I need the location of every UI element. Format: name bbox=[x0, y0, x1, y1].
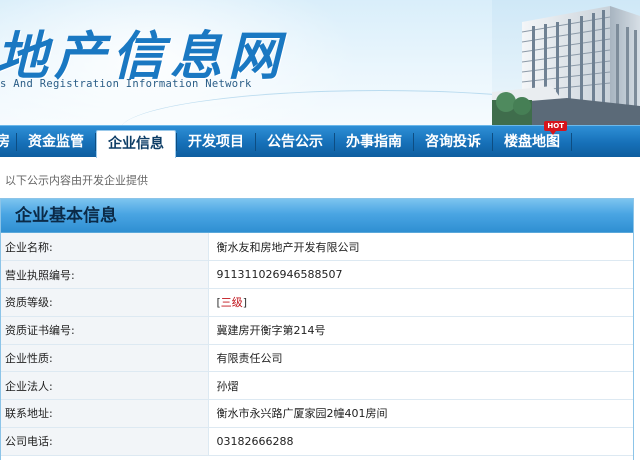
main-nav: 房 资金监管 企业信息 开发项目 公告公示 办事指南 咨询投诉 楼盘地图 HOT bbox=[0, 120, 640, 158]
table-row: 联系地址: 衡水市永兴路广厦家园2幢401房间 bbox=[1, 399, 633, 428]
nav-item-service-guide[interactable]: 办事指南 bbox=[335, 126, 413, 158]
nav-divider bbox=[571, 132, 572, 151]
field-value-company-name: 衡水友和房地产开发有限公司 bbox=[208, 233, 633, 262]
panel-title: 企业基本信息 bbox=[15, 206, 117, 226]
nav-item-property-map-label: 楼盘地图 bbox=[504, 133, 560, 150]
field-label-company-type: 企业性质: bbox=[1, 344, 209, 373]
hot-badge: HOT bbox=[544, 120, 567, 135]
company-info-table: 企业名称: 衡水友和房地产开发有限公司 营业执照编号: 911311026946… bbox=[1, 233, 633, 456]
company-info-panel: 企业基本信息 企业名称: 衡水友和房地产开发有限公司 营业执照编号: 91131… bbox=[0, 198, 634, 460]
nav-item-property-map[interactable]: 楼盘地图 HOT bbox=[493, 120, 571, 158]
field-label-phone: 公司电话: bbox=[1, 427, 209, 456]
table-row: 企业性质: 有限责任公司 bbox=[1, 344, 633, 373]
nav-item-company-info[interactable]: 企业信息 bbox=[96, 129, 176, 158]
nav-item-fang[interactable]: 房 bbox=[0, 126, 16, 158]
table-row: 营业执照编号: 911311026946588507 bbox=[1, 260, 633, 289]
field-value-legal-rep: 孙熠 bbox=[208, 371, 633, 400]
field-label-address: 联系地址: bbox=[1, 399, 209, 428]
field-value-phone: 03182666288 bbox=[208, 427, 633, 456]
field-value-address: 衡水市永兴路广厦家园2幢401房间 bbox=[208, 399, 633, 428]
field-label-license-number: 营业执照编号: bbox=[1, 260, 209, 289]
grade-text: 三级 bbox=[220, 296, 243, 310]
table-row: 企业法人: 孙熠 bbox=[1, 371, 633, 400]
site-banner: 地产信息网 s And Registration Information Net… bbox=[0, 0, 640, 125]
site-subtitle: s And Registration Information Network bbox=[0, 78, 252, 90]
building-image bbox=[492, 0, 640, 125]
table-row: 资质证书编号: 冀建房开衡字第214号 bbox=[1, 316, 633, 345]
field-value-license-number: 911311026946588507 bbox=[208, 260, 633, 289]
nav-item-announcements[interactable]: 公告公示 bbox=[256, 126, 334, 158]
disclosure-notice: 以下公示内容由开发企业提供 bbox=[5, 174, 148, 187]
nav-item-fund-supervision[interactable]: 资金监管 bbox=[17, 126, 95, 158]
grade-bracket-close: ] bbox=[242, 296, 248, 310]
panel-header: 企业基本信息 bbox=[1, 199, 633, 233]
table-row: 企业名称: 衡水友和房地产开发有限公司 bbox=[1, 233, 633, 262]
field-value-qualification-grade: [三级] bbox=[208, 288, 633, 317]
field-label-legal-rep: 企业法人: bbox=[1, 371, 209, 400]
field-label-company-name: 企业名称: bbox=[1, 233, 209, 262]
field-label-qualification-grade: 资质等级: bbox=[1, 288, 209, 317]
nav-item-development-projects[interactable]: 开发项目 bbox=[177, 126, 255, 158]
field-label-certificate-number: 资质证书编号: bbox=[1, 316, 209, 345]
nav-item-consult-complaint[interactable]: 咨询投诉 bbox=[414, 126, 492, 158]
table-row: 公司电话: 03182666288 bbox=[1, 427, 633, 456]
field-value-certificate-number: 冀建房开衡字第214号 bbox=[208, 316, 633, 345]
field-value-company-type: 有限责任公司 bbox=[208, 344, 633, 373]
table-row: 资质等级: [三级] bbox=[1, 288, 633, 317]
